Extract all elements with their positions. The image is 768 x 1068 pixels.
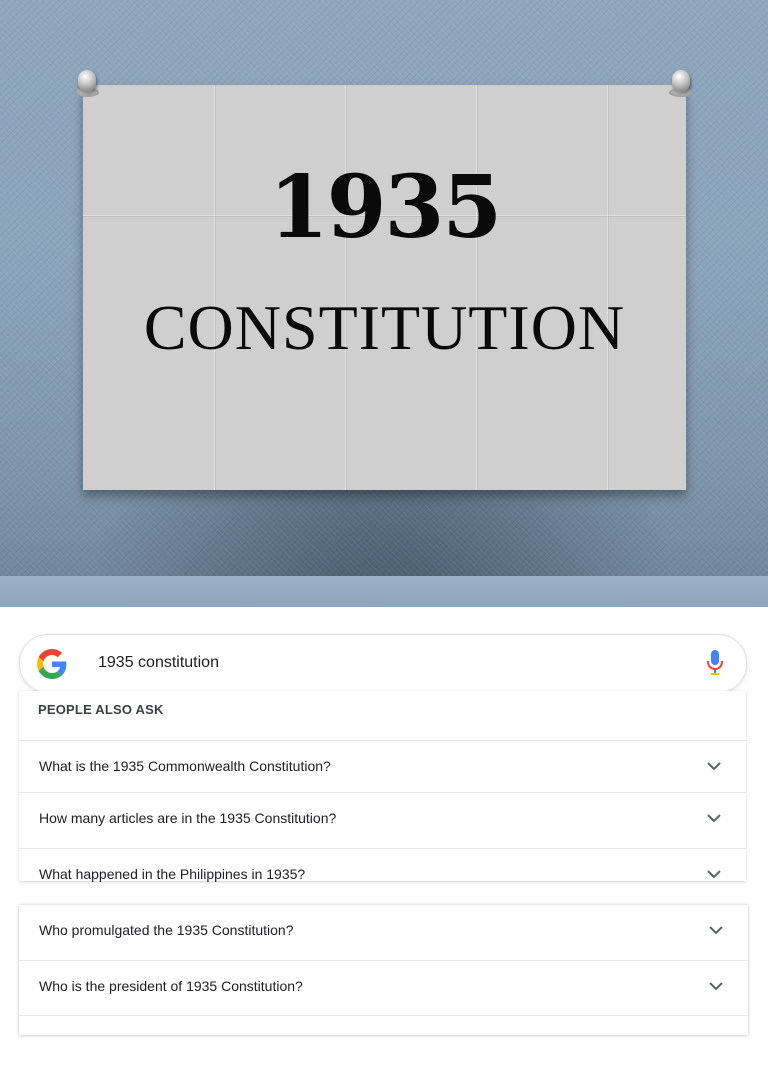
people-also-ask-heading: PEOPLE ALSO ASK [38,702,164,717]
question-row[interactable]: What happened in the Philippines in 1935… [19,848,746,882]
paper-fold [476,85,477,490]
question-row[interactable]: What is the 1935 Commonwealth Constituti… [19,740,746,793]
question-text: How many articles are in the 1935 Consti… [39,810,337,826]
pushpin-icon [669,70,693,100]
search-bar[interactable]: 1935 constitution [19,634,747,693]
question-text: Who is the president of 1935 Constitutio… [39,978,303,994]
chevron-down-icon[interactable] [706,866,722,882]
people-also-ask-card-continued: Who promulgated the 1935 Constitution? W… [19,905,748,1035]
search-results-area: 1935 constitution PEOPLE ALSO ASK What i… [0,607,768,1035]
question-row[interactable]: Who is the president of 1935 Constitutio… [19,960,748,1013]
chevron-down-icon[interactable] [708,922,724,938]
google-g-icon [37,649,67,679]
search-input[interactable]: 1935 constitution [98,654,219,672]
chevron-down-icon[interactable] [706,810,722,826]
pinned-paper [83,85,686,490]
slide-title-word: CONSTITUTION [143,292,626,363]
question-row[interactable]: How many articles are in the 1935 Consti… [19,792,746,845]
question-row[interactable]: Who promulgated the 1935 Constitution? [19,905,748,957]
slide-image: 1935 CONSTITUTION [0,0,768,607]
question-text: What happened in the Philippines in 1935… [39,866,306,882]
chevron-down-icon[interactable] [708,978,724,994]
slide-title-year: 1935 [268,157,502,258]
pushpin-icon [75,70,99,100]
question-text: What is the 1935 Commonwealth Constituti… [39,758,331,774]
paper-fold [607,85,608,490]
slide-bottom-band [0,576,768,607]
paper-fold [214,85,215,490]
microphone-icon[interactable] [706,649,724,677]
chevron-down-icon[interactable] [706,758,722,774]
question-row[interactable] [19,1015,748,1068]
people-also-ask-card: PEOPLE ALSO ASK What is the 1935 Commonw… [19,691,746,882]
question-text: Who promulgated the 1935 Constitution? [39,922,294,938]
paper-fold [345,85,346,490]
